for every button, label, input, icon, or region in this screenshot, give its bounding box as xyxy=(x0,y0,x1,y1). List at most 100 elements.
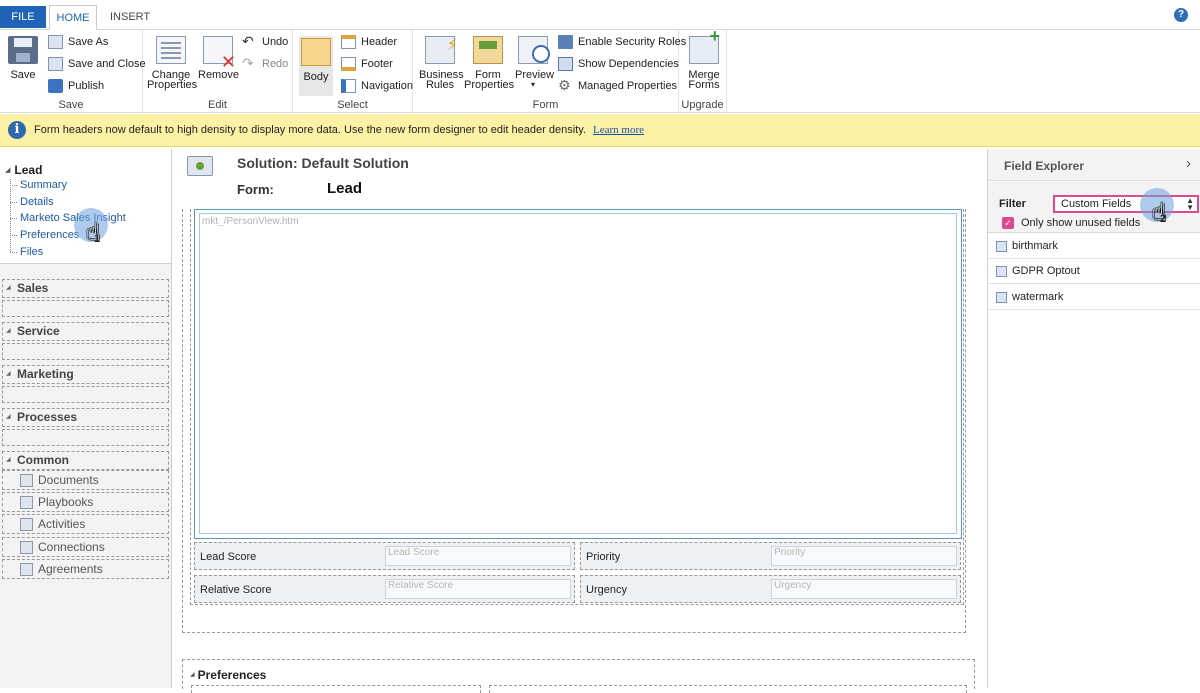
filter-selected-value: Custom Fields xyxy=(1061,198,1132,210)
managed-properties-button[interactable]: Managed Properties xyxy=(558,76,677,95)
cursor-callout-1: ☝ 1 xyxy=(74,208,112,246)
nav-section-header[interactable]: Marketing xyxy=(2,365,169,384)
preview-label: Preview xyxy=(515,69,555,81)
upgrade-group-label: Upgrade xyxy=(681,99,724,111)
merge-forms-icon xyxy=(689,31,720,64)
undo-button[interactable]: Undo xyxy=(242,32,289,51)
ribbon-tabs: FILE HOME INSERT ? xyxy=(0,0,1200,30)
nav-section-header[interactable]: Processes xyxy=(2,408,169,427)
notification-bar: i Form headers now default to high densi… xyxy=(0,114,1200,147)
nav-section-header[interactable]: Sales xyxy=(2,279,169,298)
undo-label: Undo xyxy=(262,36,289,48)
tab-home[interactable]: HOME xyxy=(49,5,97,30)
field-icon xyxy=(996,241,1007,252)
save-and-close-label: Save and Close xyxy=(68,58,146,70)
save-and-close-button[interactable]: Save and Close xyxy=(48,55,146,73)
show-dependencies-button[interactable]: Show Dependencies xyxy=(558,55,679,73)
nav-section-common: Common xyxy=(2,451,169,471)
nav-item-details[interactable]: Details xyxy=(10,196,54,208)
tab-file[interactable]: FILE xyxy=(0,6,46,28)
remove-icon xyxy=(203,36,236,67)
form-label: Form: xyxy=(237,182,274,197)
header-button[interactable]: Header xyxy=(341,33,397,51)
preferences-tab[interactable]: Preferences xyxy=(182,659,975,693)
field-row: Lead Score Lead Score Priority Priority xyxy=(194,542,962,570)
preferences-section-left[interactable] xyxy=(191,685,481,693)
navigation-button[interactable]: Navigation xyxy=(341,77,413,95)
collapse-chevron-icon[interactable]: › xyxy=(1186,155,1191,172)
field-label: Urgency xyxy=(586,584,627,596)
remove-button[interactable]: Remove xyxy=(198,36,239,81)
help-icon[interactable]: ? xyxy=(1174,8,1188,22)
nav-item-summary[interactable]: Summary xyxy=(9,179,67,191)
web-resource-url: mkt_/PersonView.htm xyxy=(202,216,299,227)
field-input[interactable]: Relative Score xyxy=(385,579,571,599)
nav-item-label: Connections xyxy=(38,540,105,554)
publish-button[interactable]: Publish xyxy=(48,77,104,95)
body-icon xyxy=(301,38,331,66)
field-list-label: watermark xyxy=(1012,291,1064,303)
preview-button[interactable]: Preview ▾ xyxy=(515,36,555,90)
tab-insert[interactable]: INSERT xyxy=(100,5,160,30)
edit-group: Change Properties Remove Undo Redo Edit xyxy=(143,30,293,113)
step-number: 2 xyxy=(1160,213,1167,225)
field-label: Priority xyxy=(586,551,621,563)
field-input[interactable]: Lead Score xyxy=(385,546,571,566)
field-urgency[interactable]: Urgency Urgency xyxy=(580,575,961,603)
notification-message: Form headers now default to high density… xyxy=(34,124,644,136)
field-input[interactable]: Urgency xyxy=(771,579,957,599)
nav-item-playbooks[interactable]: Playbooks xyxy=(2,492,169,512)
nav-item-label: Documents xyxy=(38,473,99,487)
field-list-item[interactable]: GDPR Optout xyxy=(988,259,1200,284)
nav-item-files[interactable]: Files xyxy=(9,246,43,258)
field-input[interactable]: Priority xyxy=(771,546,957,566)
field-lead-score[interactable]: Lead Score Lead Score xyxy=(194,542,575,570)
solution-icon xyxy=(187,156,213,176)
save-group: Save Save As Save and Close Publish Save xyxy=(0,30,146,113)
field-list-label: GDPR Optout xyxy=(1012,265,1080,277)
redo-button[interactable]: Redo xyxy=(242,54,288,73)
body-label: Body xyxy=(303,71,329,83)
save-and-close-icon xyxy=(48,57,63,71)
nav-item-preferences[interactable]: Preferences xyxy=(9,229,79,241)
nav-section-body xyxy=(2,429,169,446)
learn-more-link[interactable]: Learn more xyxy=(593,124,644,136)
nav-item-agreements[interactable]: Agreements xyxy=(2,559,169,579)
undo-icon xyxy=(242,32,257,50)
field-list-item[interactable]: birthmark xyxy=(988,234,1200,259)
notification-text: Form headers now default to high density… xyxy=(34,124,586,136)
preferences-section-right[interactable] xyxy=(489,685,967,693)
nav-item-activities[interactable]: Activities xyxy=(2,514,169,534)
nav-item-label: Activities xyxy=(38,517,86,531)
form-editor: Solution: Default Solution Form: Lead mk… xyxy=(172,149,986,693)
select-group: Body Header Footer Navigation Select xyxy=(293,30,413,113)
business-rules-button[interactable]: Business Rules xyxy=(419,36,464,91)
preview-icon xyxy=(518,36,550,64)
save-icon xyxy=(8,36,38,64)
upgrade-group: Merge Forms Upgrade xyxy=(679,30,727,113)
nav-item-connections[interactable]: Connections xyxy=(2,537,169,557)
form-properties-label-2: Properties xyxy=(464,79,515,91)
save-as-button[interactable]: Save As xyxy=(48,33,108,51)
enable-security-roles-button[interactable]: Enable Security Roles xyxy=(558,33,686,51)
change-properties-button[interactable]: Change Properties xyxy=(147,36,197,91)
lead-nav-title[interactable]: Lead xyxy=(5,163,42,177)
footer-button[interactable]: Footer xyxy=(341,55,393,73)
nav-item-label: Agreements xyxy=(38,562,103,576)
nav-section-header[interactable]: Common xyxy=(2,451,169,470)
field-relative-score[interactable]: Relative Score Relative Score xyxy=(194,575,575,603)
only-unused-checkbox[interactable]: ✓ xyxy=(1002,217,1014,229)
properties-icon xyxy=(156,36,186,64)
field-label: Lead Score xyxy=(200,551,257,563)
documents-icon xyxy=(20,474,33,487)
form-properties-button[interactable]: Form Properties xyxy=(464,36,515,91)
merge-forms-button[interactable]: Merge Forms xyxy=(685,31,723,91)
field-priority[interactable]: Priority Priority xyxy=(580,542,961,570)
nav-item-documents[interactable]: Documents xyxy=(2,470,169,490)
body-button[interactable]: Body xyxy=(299,36,333,96)
nav-section-header[interactable]: Service xyxy=(2,322,169,341)
save-button[interactable]: Save xyxy=(6,36,40,81)
field-list-item[interactable]: watermark xyxy=(988,285,1200,310)
nav-item-label: Playbooks xyxy=(38,495,94,509)
nav-section-body xyxy=(2,343,169,360)
